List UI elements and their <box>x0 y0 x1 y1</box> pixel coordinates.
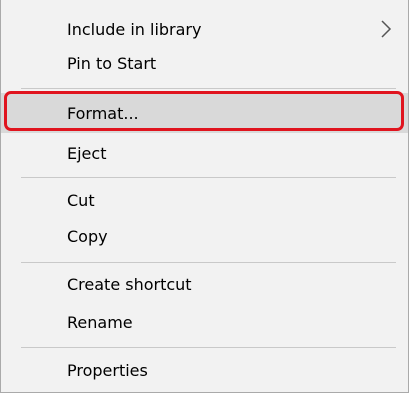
menu-item-label: Include in library <box>67 19 202 39</box>
menu-separator <box>21 177 396 178</box>
menu-item-copy[interactable]: Copy <box>1 216 408 256</box>
menu-item-label: Eject <box>67 143 107 163</box>
context-menu: Include in library Pin to Start Format..… <box>0 0 409 393</box>
menu-item-label: Pin to Start <box>67 53 157 73</box>
chevron-right-icon <box>381 20 392 38</box>
menu-separator <box>21 88 396 89</box>
menu-item-label: Copy <box>67 226 108 246</box>
menu-item-cut[interactable]: Cut <box>1 180 408 220</box>
menu-item-label: Create shortcut <box>67 274 192 294</box>
menu-item-properties[interactable]: Properties <box>1 350 408 390</box>
menu-separator <box>21 347 396 348</box>
menu-item-label: Properties <box>67 360 148 380</box>
menu-item-label: Cut <box>67 190 95 210</box>
menu-separator <box>21 262 396 263</box>
menu-item-pin-to-start[interactable]: Pin to Start <box>1 43 408 83</box>
menu-item-format[interactable]: Format... <box>1 93 408 133</box>
menu-item-label: Format... <box>67 103 139 123</box>
menu-item-create-shortcut[interactable]: Create shortcut <box>1 264 408 304</box>
menu-item-label: Rename <box>67 312 133 332</box>
menu-item-eject[interactable]: Eject <box>1 133 408 173</box>
menu-item-rename[interactable]: Rename <box>1 302 408 342</box>
